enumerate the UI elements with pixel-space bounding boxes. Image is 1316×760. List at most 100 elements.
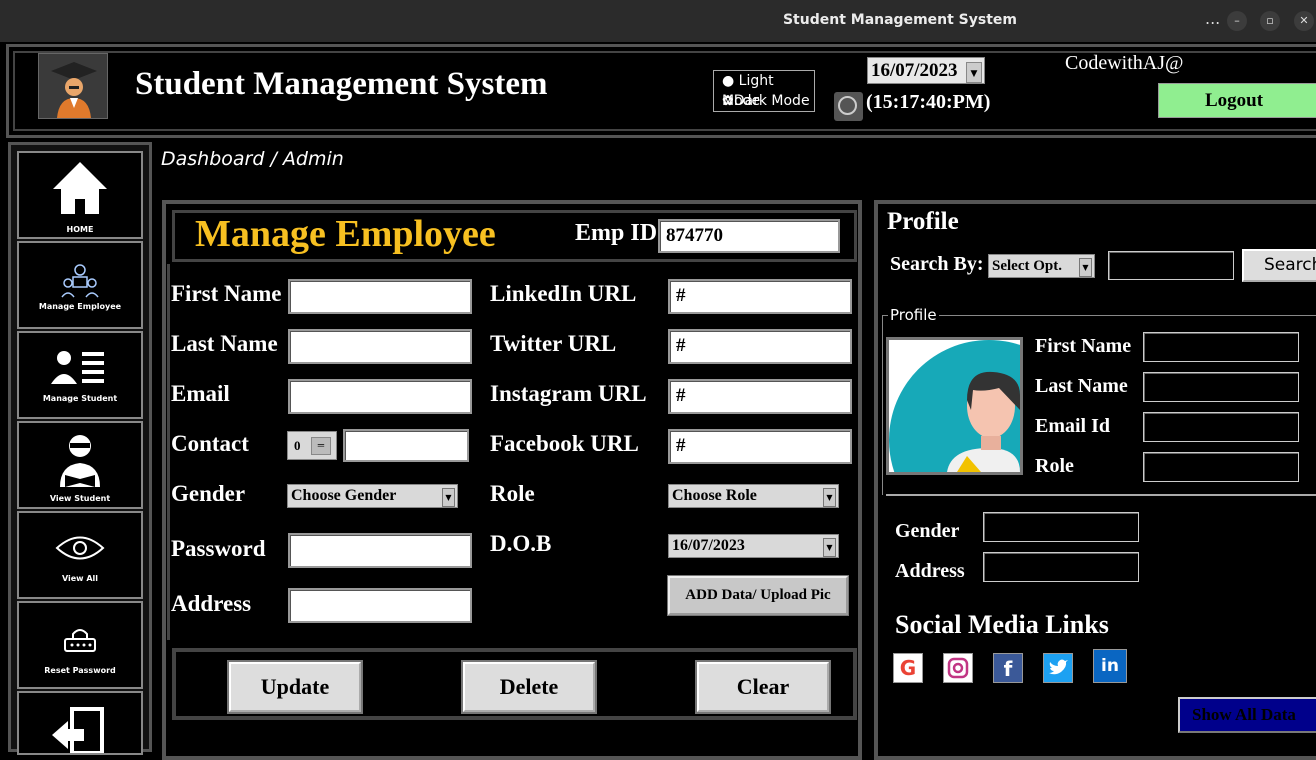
date-value: 16/07/2023	[871, 60, 958, 81]
role-label: Role	[490, 481, 535, 506]
profile-email-field	[1143, 412, 1299, 442]
linkedin-label: LinkedIn URL	[490, 281, 637, 306]
dark-mode-option[interactable]: ✿Dark Mode	[714, 91, 814, 111]
window-title: Student Management System	[782, 12, 1018, 28]
instagram-label: Instagram URL	[490, 381, 647, 406]
contact-input[interactable]	[343, 429, 469, 462]
profile-first-name-field	[1143, 332, 1299, 362]
sidebar-item-manage-employee[interactable]: Manage Employee	[17, 241, 143, 329]
theme-toggle: ● Light Mode ✿Dark Mode	[713, 70, 815, 112]
profile-gender-field	[983, 512, 1139, 542]
clock-time: (15:17:40:PM)	[866, 91, 991, 113]
app-title: Student Management System	[135, 66, 548, 102]
address-label: Address	[171, 591, 252, 616]
last-name-input[interactable]	[288, 329, 472, 364]
profile-frame-label: Profile	[888, 306, 939, 324]
sidebar-item-view-student[interactable]: View Student	[17, 421, 143, 509]
minimize-icon[interactable]: –	[1227, 11, 1247, 31]
chevron-down-icon[interactable]: ▼	[442, 488, 455, 507]
password-icon	[64, 629, 96, 652]
delete-button[interactable]: Delete	[461, 660, 597, 714]
email-label: Email	[171, 381, 230, 406]
facebook-label: Facebook URL	[490, 431, 639, 456]
update-button[interactable]: Update	[227, 660, 363, 714]
show-all-data-button[interactable]: Show All Data	[1178, 697, 1316, 733]
profile-last-name-label: Last Name	[1035, 375, 1128, 397]
profile-first-name-label: First Name	[1035, 335, 1132, 357]
profile-title: Profile	[887, 208, 959, 235]
search-by-label: Search By:	[890, 253, 984, 275]
emp-id-label: Emp ID	[575, 220, 658, 246]
google-icon[interactable]: G	[893, 653, 923, 683]
profile-address-label: Address	[895, 560, 965, 582]
address-input[interactable]	[288, 588, 472, 623]
search-input[interactable]	[1108, 251, 1234, 280]
linkedin-input[interactable]: #	[668, 279, 852, 314]
sun-icon: ✿	[722, 93, 734, 109]
sidebar-item-manage-student[interactable]: Manage Student	[17, 331, 143, 419]
home-icon	[53, 162, 107, 214]
chevron-down-icon[interactable]: ▼	[823, 488, 836, 507]
avatar	[886, 337, 1023, 475]
breadcrumb: Dashboard / Admin	[161, 148, 344, 170]
exit-icon	[52, 707, 104, 755]
logout-button[interactable]: Logout	[1158, 83, 1316, 118]
clock-icon	[834, 92, 863, 121]
profile-email-label: Email Id	[1035, 415, 1111, 437]
dob-label: D.O.B	[490, 531, 552, 556]
close-icon[interactable]: ✕	[1294, 11, 1314, 31]
team-icon	[61, 264, 99, 298]
graduate-logo-icon	[38, 53, 108, 119]
password-input[interactable]	[288, 533, 472, 568]
social-media-title: Social Media Links	[895, 610, 1109, 639]
first-name-label: First Name	[171, 281, 282, 306]
dob-picker[interactable]: 16/07/2023 ▼	[668, 534, 839, 558]
stepper-icon[interactable]: ═	[311, 437, 331, 455]
facebook-input[interactable]: #	[668, 429, 852, 464]
search-button[interactable]: Search	[1242, 249, 1316, 282]
sidebar-item-view-all[interactable]: View All	[17, 511, 143, 599]
gender-label: Gender	[171, 481, 246, 506]
twitter-label: Twitter URL	[490, 331, 617, 356]
upload-pic-button[interactable]: ADD Data/ Upload Pic	[667, 575, 849, 616]
profile-gender-label: Gender	[895, 520, 960, 542]
sidebar-item-reset-password[interactable]: Reset Password	[17, 601, 143, 689]
light-mode-option[interactable]: ● Light Mode	[714, 71, 814, 109]
chevron-down-icon[interactable]: ▼	[1079, 258, 1092, 277]
profile-last-name-field	[1143, 372, 1299, 402]
twitter-icon[interactable]	[1043, 653, 1073, 683]
password-label: Password	[171, 536, 266, 561]
email-input[interactable]	[288, 379, 472, 414]
sidebar-item-home[interactable]: HOME	[17, 151, 143, 239]
reader-icon	[60, 435, 100, 487]
role-select[interactable]: Choose Role ▼	[668, 484, 839, 508]
manage-title: Manage Employee	[195, 213, 496, 255]
profile-role-label: Role	[1035, 455, 1074, 477]
clear-button[interactable]: Clear	[695, 660, 831, 714]
date-picker[interactable]: 16/07/2023 ▼	[867, 57, 985, 84]
instagram-input[interactable]: #	[668, 379, 852, 414]
twitter-input[interactable]: #	[668, 329, 852, 364]
gender-select[interactable]: Choose Gender ▼	[287, 484, 458, 508]
contact-code-stepper[interactable]: 0 ═	[287, 431, 337, 460]
emp-id-field[interactable]: 874770	[658, 219, 840, 253]
linkedin-icon[interactable]: in	[1093, 649, 1127, 683]
first-name-input[interactable]	[288, 279, 472, 314]
search-by-select[interactable]: Select Opt. ▼	[988, 254, 1095, 278]
more-icon[interactable]: ...	[1205, 9, 1220, 28]
profile-address-field	[983, 552, 1139, 582]
facebook-icon[interactable]: f	[993, 653, 1023, 683]
maximize-icon[interactable]: ▫	[1260, 11, 1280, 31]
divider	[886, 494, 1316, 496]
contact-label: Contact	[171, 431, 249, 456]
radio-icon: ●	[722, 73, 735, 89]
window-titlebar: Student Management System ... – ▫ ✕	[0, 0, 1316, 42]
student-list-icon	[51, 351, 104, 384]
sidebar-item-exit[interactable]	[17, 691, 143, 755]
profile-role-field	[1143, 452, 1299, 482]
instagram-icon[interactable]	[943, 653, 973, 683]
chevron-down-icon[interactable]: ▼	[823, 538, 836, 557]
chevron-down-icon[interactable]: ▼	[966, 62, 982, 83]
eye-icon	[55, 536, 105, 560]
last-name-label: Last Name	[171, 331, 278, 356]
